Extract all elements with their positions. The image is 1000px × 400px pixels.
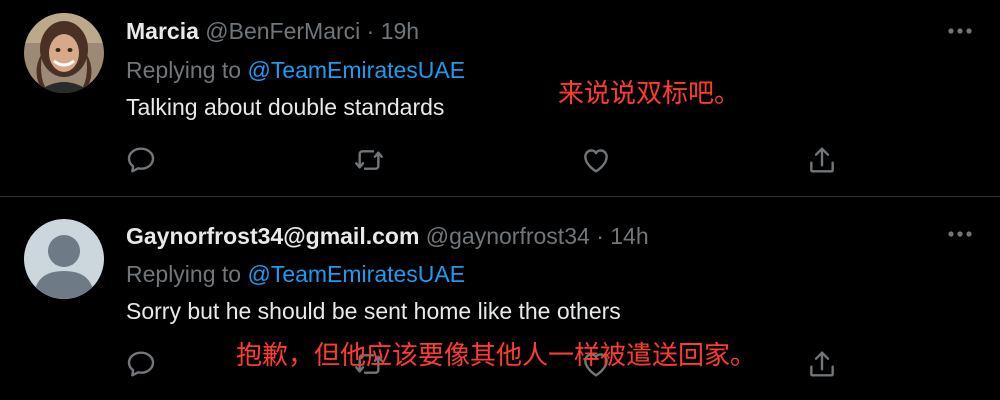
replying-to-label: Replying to — [126, 261, 242, 287]
tweet[interactable]: Gaynorfrost34@gmail.com @gaynorfrost34 ·… — [0, 0, 1000, 400]
display-name[interactable]: Gaynorfrost34@gmail.com — [126, 223, 419, 249]
mention-link[interactable]: @TeamEmiratesUAE — [247, 261, 465, 287]
tweet-text: Sorry but he should be sent home like th… — [126, 298, 621, 324]
timestamp[interactable]: 14h — [610, 223, 648, 249]
translation-caption: 抱歉，但他应该要像其他人一样被遣送回家。 — [236, 341, 757, 371]
replying-to: Replying to @TeamEmiratesUAE — [126, 260, 465, 288]
reply-icon[interactable] — [125, 348, 157, 380]
separator-dot: · — [596, 223, 604, 249]
more-options-icon[interactable] — [946, 229, 974, 239]
tweet-header: Gaynorfrost34@gmail.com @gaynorfrost34 ·… — [126, 222, 649, 250]
share-icon[interactable] — [806, 348, 838, 380]
default-avatar-icon — [24, 219, 104, 299]
avatar[interactable] — [24, 219, 104, 299]
user-handle[interactable]: @gaynorfrost34 — [426, 223, 590, 249]
